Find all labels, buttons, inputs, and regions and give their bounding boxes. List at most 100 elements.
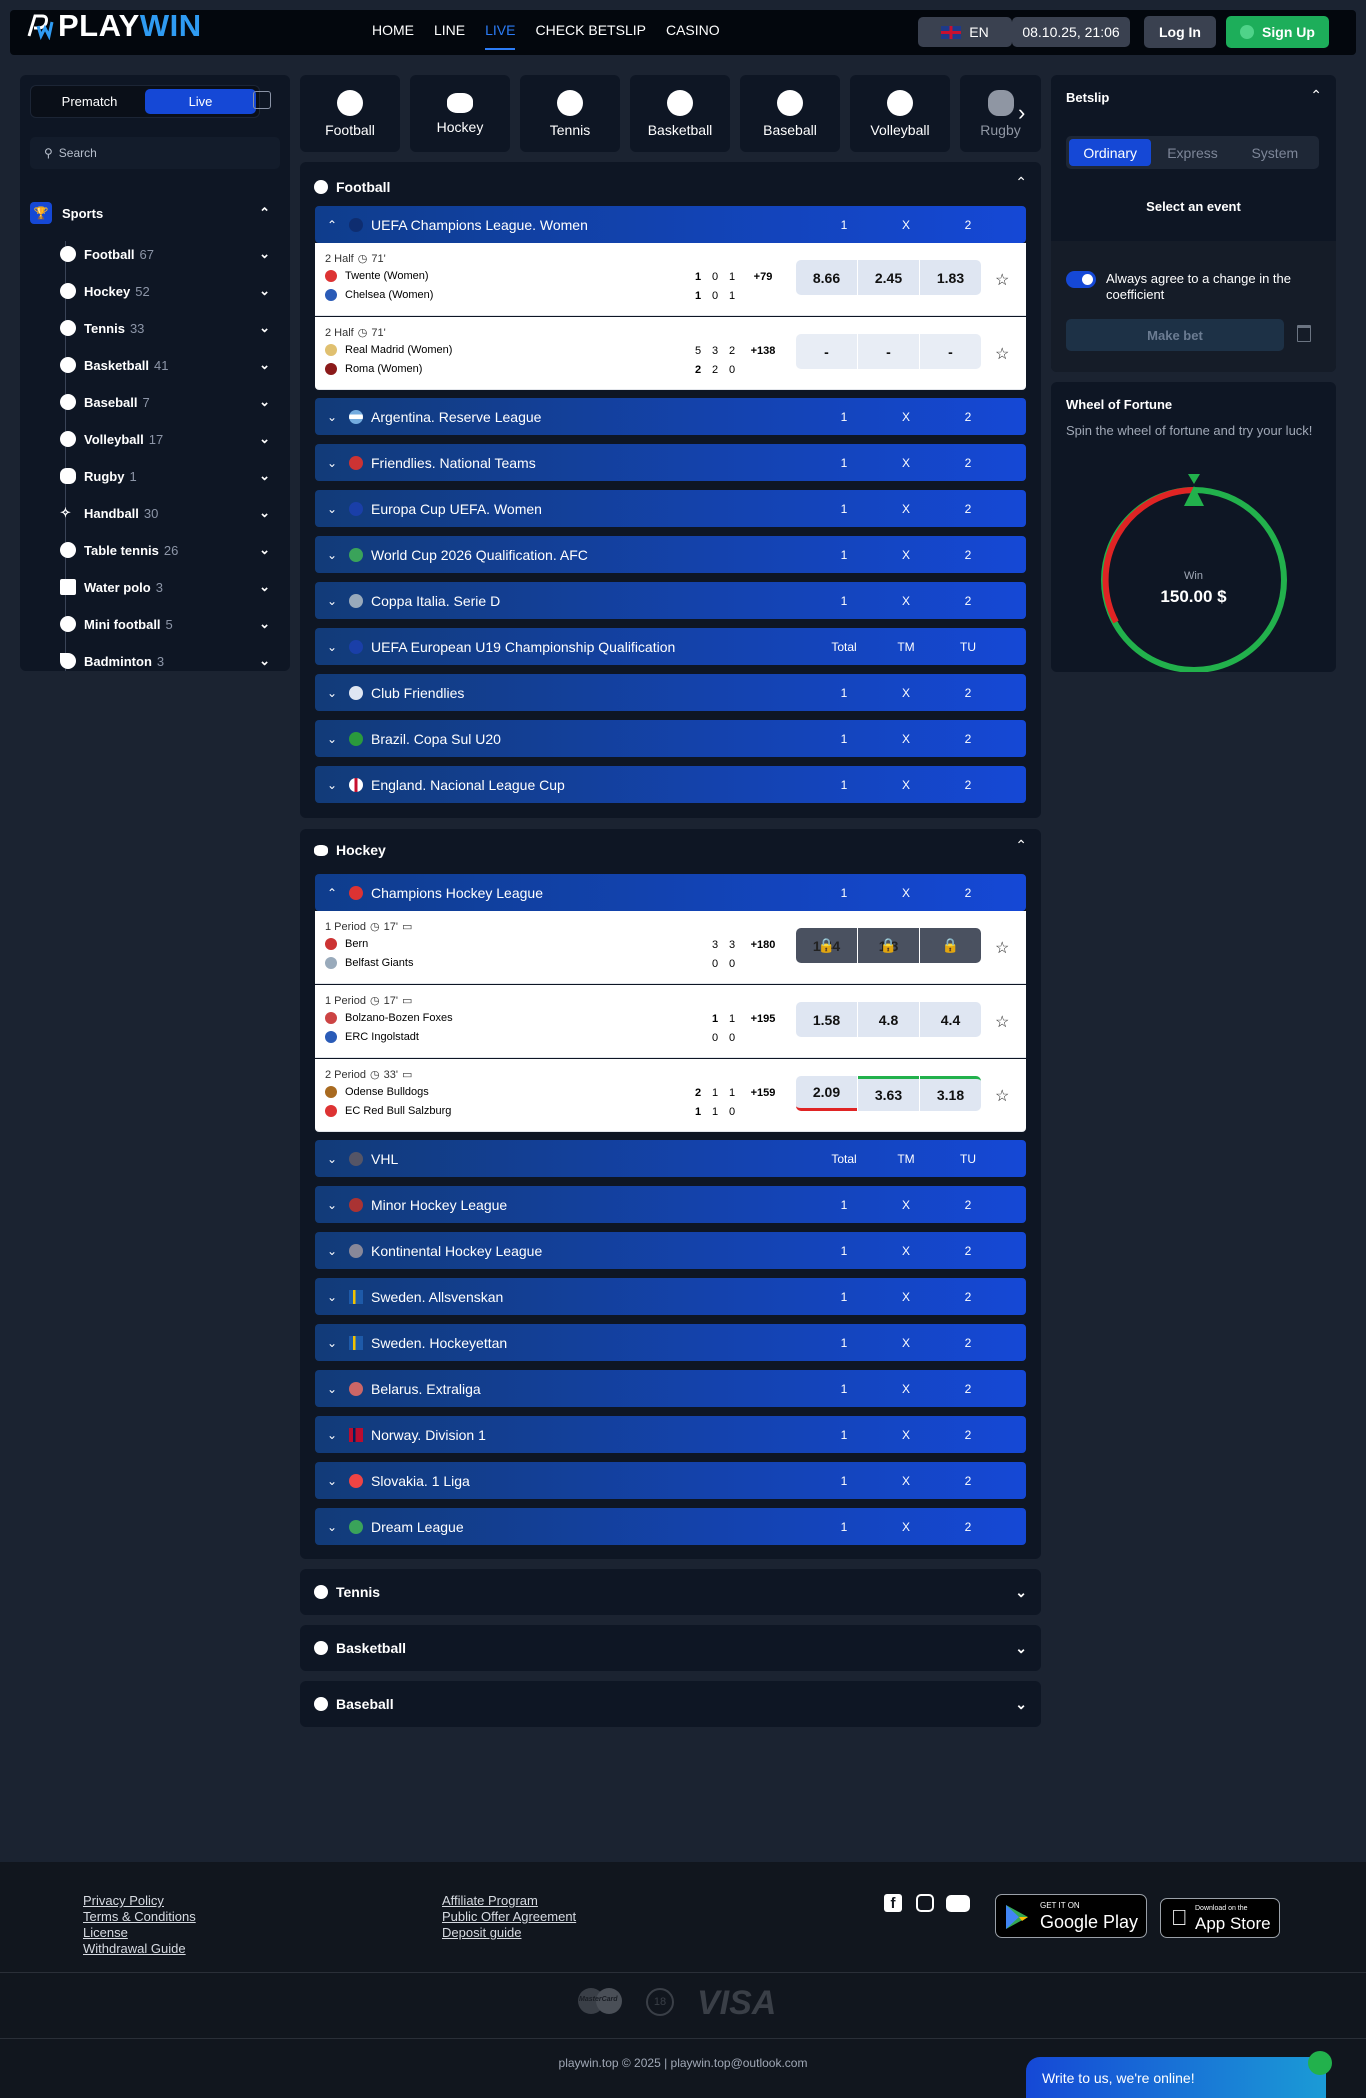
more-markets[interactable]: +180 — [745, 939, 781, 951]
sport-tab-basketball[interactable]: Basketball — [630, 75, 730, 152]
sidebar-item-volleyball[interactable]: Volleyball 17 ⌄ — [60, 427, 280, 451]
odd-button[interactable]: 1.58 — [796, 1002, 857, 1037]
sport-tab-rugby[interactable]: Rugby — [960, 75, 1041, 152]
favorite-star-icon[interactable]: ☆ — [995, 1012, 1009, 1032]
nav-home[interactable]: HOME — [372, 22, 414, 50]
agree-toggle[interactable] — [1066, 271, 1096, 288]
match-row[interactable]: 2 Period ◷ 33' ▭ Odense Bulldogs EC Red Bul… — [315, 1059, 1026, 1132]
sidebar-item-basketball[interactable]: Basketball 41 ⌄ — [60, 353, 280, 377]
sport-tab-hockey[interactable]: Hockey — [410, 75, 510, 152]
league-row[interactable]: ⌄ Argentina. Reserve League 1 X 2 — [315, 398, 1026, 435]
tab-live[interactable]: Live — [145, 89, 256, 114]
sport-tab-tennis[interactable]: Tennis — [520, 75, 620, 152]
odd-button[interactable]: 4.8 — [858, 1002, 919, 1037]
league-row[interactable]: ⌄ Sweden. Allsvenskan 1 X 2 — [315, 1278, 1026, 1315]
signup-button[interactable]: Sign Up — [1226, 16, 1329, 48]
tab-express[interactable]: Express — [1151, 139, 1233, 166]
terms-link[interactable]: Terms & Conditions — [83, 1909, 196, 1924]
instagram-icon[interactable] — [916, 1894, 934, 1912]
sidebar-item-table-tennis[interactable]: Table tennis 26 ⌄ — [60, 538, 280, 562]
language-selector[interactable]: EN — [918, 17, 1012, 47]
match-row[interactable]: 2 Half ◷ 71' Real Madrid (Women) Roma (Wom… — [315, 317, 1026, 390]
sidebar-item-hockey[interactable]: Hockey 52 ⌄ — [60, 279, 280, 303]
sport-tab-football[interactable]: Football — [300, 75, 400, 152]
make-bet-button[interactable]: Make bet — [1066, 319, 1284, 351]
odd-button[interactable]: - — [858, 334, 919, 369]
league-row[interactable]: ⌄ Brazil. Copa Sul U20 1 X 2 — [315, 720, 1026, 757]
trash-icon[interactable] — [1297, 325, 1311, 342]
affiliate-link[interactable]: Affiliate Program — [442, 1893, 538, 1908]
league-row[interactable]: ⌄ England. Nacional League Cup 1 X 2 — [315, 766, 1026, 803]
favorite-star-icon[interactable]: ☆ — [995, 1086, 1009, 1106]
favorite-star-icon[interactable]: ☆ — [995, 344, 1009, 364]
public-offer-link[interactable]: Public Offer Agreement — [442, 1909, 576, 1924]
league-row[interactable]: ⌄ VHL Total TM TU — [315, 1140, 1026, 1177]
league-row[interactable]: ⌄ Minor Hockey League 1 X 2 — [315, 1186, 1026, 1223]
collapse-sidebar-icon[interactable] — [253, 91, 271, 109]
login-button[interactable]: Log In — [1144, 16, 1216, 48]
search-input[interactable]: ⚲ Search — [30, 137, 280, 169]
league-row[interactable]: ⌄ Belarus. Extraliga 1 X 2 — [315, 1370, 1026, 1407]
tab-system[interactable]: System — [1234, 139, 1316, 166]
nav-casino[interactable]: CASINO — [666, 22, 720, 50]
odd-button-rising[interactable]: 3.63 — [858, 1076, 919, 1111]
hockey-section-header[interactable]: Hockey — [314, 838, 386, 862]
football-section-header[interactable]: Football — [314, 175, 390, 199]
more-markets[interactable]: +159 — [745, 1087, 781, 1099]
withdrawal-guide-link[interactable]: Withdrawal Guide — [83, 1941, 186, 1956]
league-row[interactable]: ⌄ Coppa Italia. Serie D 1 X 2 — [315, 582, 1026, 619]
youtube-icon[interactable] — [946, 1895, 970, 1912]
favorite-star-icon[interactable]: ☆ — [995, 938, 1009, 958]
more-markets[interactable]: +195 — [745, 1013, 781, 1025]
league-row[interactable]: ⌄ Sweden. Hockeyettan 1 X 2 — [315, 1324, 1026, 1361]
playwin-logo[interactable]: PLAY WIN — [26, 8, 202, 44]
app-store-badge[interactable]:  Download on the App Store — [1160, 1898, 1280, 1938]
match-row[interactable]: 1 Period ◷ 17' ▭ Bolzano-Bozen Foxes ERC In… — [315, 985, 1026, 1058]
facebook-icon[interactable]: f — [884, 1894, 902, 1912]
odd-button[interactable]: 4.4 — [920, 1002, 981, 1037]
tennis-section[interactable]: Tennis ⌄ — [300, 1569, 1041, 1615]
league-row[interactable]: ⌄ Dream League 1 X 2 — [315, 1508, 1026, 1545]
more-markets[interactable]: +79 — [745, 271, 781, 283]
sidebar-item-rugby[interactable]: Rugby 1 ⌄ — [60, 464, 280, 488]
privacy-policy-link[interactable]: Privacy Policy — [83, 1893, 164, 1908]
league-row[interactable]: ⌄ Club Friendlies 1 X 2 — [315, 674, 1026, 711]
nav-live[interactable]: LIVE — [485, 22, 516, 50]
league-row[interactable]: ⌃ UEFA Champions League. Women 1 X 2 — [315, 206, 1026, 243]
sport-tab-volleyball[interactable]: Volleyball — [850, 75, 950, 152]
chat-widget[interactable]: Write to us, we're online! — [1026, 2051, 1332, 2098]
sport-tab-baseball[interactable]: Baseball — [740, 75, 840, 152]
odd-button[interactable]: 8.66 — [796, 260, 857, 295]
chevron-up-icon[interactable]: ⌃ — [1015, 174, 1027, 191]
baseball-section[interactable]: Baseball ⌄ — [300, 1681, 1041, 1727]
odd-button[interactable]: - — [920, 334, 981, 369]
sidebar-item-baseball[interactable]: Baseball 7 ⌄ — [60, 390, 280, 414]
match-row[interactable]: 1 Period ◷ 17' ▭ Bern Belfast Giants 33 00 … — [315, 911, 1026, 984]
tab-ordinary[interactable]: Ordinary — [1069, 139, 1152, 166]
league-row[interactable]: ⌄ Friendlies. National Teams 1 X 2 — [315, 444, 1026, 481]
league-row[interactable]: ⌃ Champions Hockey League 1 X 2 — [315, 874, 1026, 911]
sidebar-item-handball[interactable]: ✧ Handball 30 ⌄ — [60, 501, 280, 525]
sidebar-item-football[interactable]: Football 67 ⌄ — [60, 242, 280, 266]
odd-button-rising[interactable]: 3.18 — [920, 1076, 981, 1111]
league-row[interactable]: ⌄ Europa Cup UEFA. Women 1 X 2 — [315, 490, 1026, 527]
league-row[interactable]: ⌄ Norway. Division 1 1 X 2 — [315, 1416, 1026, 1453]
sports-group-header[interactable]: 🏆 Sports ⌃ — [30, 201, 280, 225]
chevron-up-icon[interactable]: ⌃ — [1015, 837, 1027, 854]
league-row[interactable]: ⌄ Slovakia. 1 Liga 1 X 2 — [315, 1462, 1026, 1499]
scroll-right-icon[interactable]: › — [1018, 100, 1025, 126]
nav-check-betslip[interactable]: CHECK BETSLIP — [535, 22, 645, 50]
match-row[interactable]: 2 Half ◷ 71' Twente (Women) Chelsea (Women… — [315, 243, 1026, 316]
odd-button[interactable]: 2.45 — [858, 260, 919, 295]
league-row[interactable]: ⌄ Kontinental Hockey League 1 X 2 — [315, 1232, 1026, 1269]
sidebar-item-water-polo[interactable]: Water polo 3 ⌄ — [60, 575, 280, 599]
sidebar-item-badminton[interactable]: Badminton 3 ⌄ — [60, 649, 280, 671]
basketball-section[interactable]: Basketball ⌄ — [300, 1625, 1041, 1671]
odd-button[interactable]: - — [796, 334, 857, 369]
nav-line[interactable]: LINE — [434, 22, 465, 50]
odd-button[interactable]: 1.83 — [920, 260, 981, 295]
deposit-guide-link[interactable]: Deposit guide — [442, 1925, 522, 1940]
sidebar-item-mini-football[interactable]: Mini football 5 ⌄ — [60, 612, 280, 636]
tab-prematch[interactable]: Prematch — [34, 89, 145, 114]
chevron-up-icon[interactable]: ⌃ — [1310, 87, 1322, 104]
